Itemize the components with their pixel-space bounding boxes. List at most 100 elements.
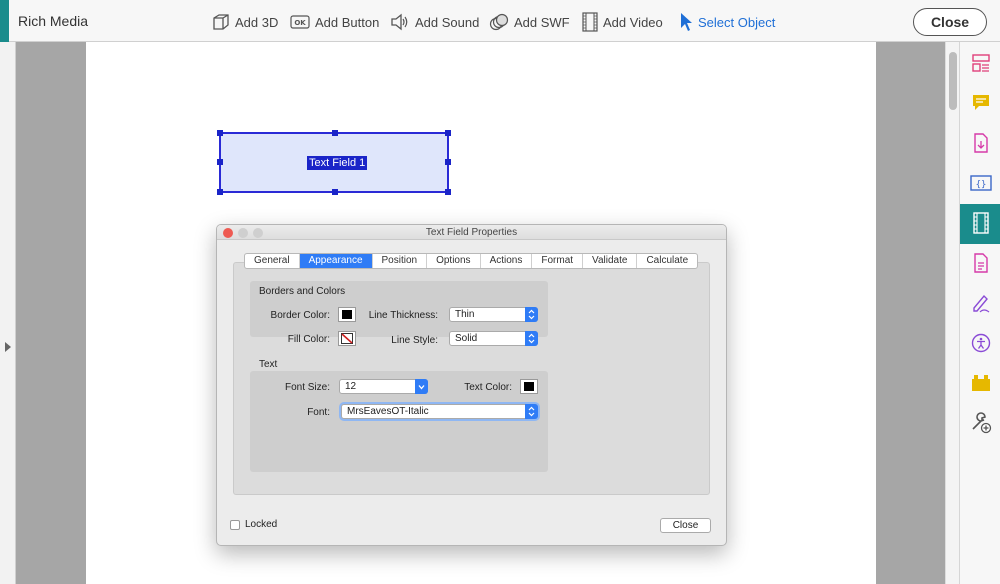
create-pdf-icon bbox=[971, 252, 991, 276]
text-color-label: Text Color: bbox=[464, 382, 512, 393]
ok-button-icon: OK bbox=[290, 15, 310, 29]
borders-colors-heading: Borders and Colors bbox=[259, 286, 346, 297]
line-style-select[interactable]: Solid bbox=[449, 331, 538, 346]
comment-icon bbox=[971, 93, 991, 116]
select-object-button[interactable]: Select Object bbox=[679, 11, 775, 33]
line-thickness-label: Line Thickness: bbox=[368, 310, 438, 321]
resize-handle[interactable] bbox=[217, 130, 223, 136]
create-pdf-button[interactable] bbox=[960, 244, 1000, 284]
export-pdf-icon bbox=[971, 132, 991, 156]
rich-media-icon bbox=[972, 211, 990, 237]
tab-validate[interactable]: Validate bbox=[583, 254, 638, 268]
tab-appearance[interactable]: Appearance bbox=[299, 254, 373, 268]
tab-calculate[interactable]: Calculate bbox=[637, 254, 697, 268]
tab-panel: Borders and Colors Border Color: Line Th… bbox=[233, 262, 710, 495]
cursor-icon bbox=[679, 12, 693, 32]
borders-colors-group: Borders and Colors Border Color: Line Th… bbox=[250, 281, 548, 337]
organize-pages-icon bbox=[971, 53, 991, 76]
close-button[interactable]: Close bbox=[913, 8, 987, 36]
svg-text:OK: OK bbox=[294, 19, 306, 27]
rich-media-tool-button[interactable] bbox=[960, 204, 1000, 244]
add-3d-label: Add 3D bbox=[235, 14, 279, 30]
vertical-scrollbar[interactable] bbox=[945, 42, 959, 584]
chevron-updown-icon bbox=[525, 404, 538, 419]
accent-bar bbox=[0, 0, 9, 42]
add-sound-label: Add Sound bbox=[415, 14, 480, 30]
action-wizard-button[interactable] bbox=[960, 364, 1000, 404]
tab-format[interactable]: Format bbox=[532, 254, 584, 268]
fill-color-label: Fill Color: bbox=[287, 334, 330, 345]
accessibility-icon bbox=[971, 333, 991, 356]
tab-options[interactable]: Options bbox=[427, 254, 481, 268]
fill-color-swatch[interactable] bbox=[338, 331, 356, 346]
window-close-icon[interactable] bbox=[223, 228, 233, 238]
text-color-swatch[interactable] bbox=[520, 379, 538, 394]
chevron-down-icon bbox=[415, 379, 428, 394]
no-fill-icon bbox=[341, 333, 353, 344]
text-group: Font Size: 12 Text Color: Font: MrsEaves… bbox=[250, 371, 548, 472]
resize-handle[interactable] bbox=[445, 189, 451, 195]
add-swf-button[interactable]: Add SWF bbox=[489, 11, 570, 33]
tab-position[interactable]: Position bbox=[373, 254, 428, 268]
film-icon bbox=[582, 12, 598, 32]
resize-handle[interactable] bbox=[217, 189, 223, 195]
tab-actions[interactable]: Actions bbox=[481, 254, 533, 268]
javascript-icon: {} bbox=[969, 174, 992, 195]
swf-icon bbox=[489, 13, 509, 31]
border-color-swatch[interactable] bbox=[338, 307, 356, 322]
checkbox-box[interactable] bbox=[230, 519, 240, 530]
top-toolbar: Rich Media Add 3D OK Add Button Add Soun… bbox=[0, 0, 1000, 42]
text-heading: Text bbox=[259, 359, 278, 370]
scrollbar-thumb[interactable] bbox=[949, 52, 957, 110]
right-tools-panel: {} bbox=[959, 42, 1000, 584]
font-size-select[interactable]: 12 bbox=[339, 379, 428, 394]
font-select[interactable]: MrsEavesOT-Italic bbox=[341, 404, 538, 419]
line-thickness-select[interactable]: Thin bbox=[449, 307, 538, 322]
more-tools-icon bbox=[970, 411, 992, 437]
add-swf-label: Add SWF bbox=[514, 14, 570, 30]
resize-handle[interactable] bbox=[217, 159, 223, 165]
dialog-title: Text Field Properties bbox=[217, 225, 726, 240]
accessibility-button[interactable] bbox=[960, 324, 1000, 364]
javascript-button[interactable]: {} bbox=[960, 164, 1000, 204]
tab-general[interactable]: General bbox=[245, 254, 300, 268]
tab-bar: General Appearance Position Options Acti… bbox=[244, 253, 699, 269]
locked-label: Locked bbox=[245, 519, 278, 530]
add-button-button[interactable]: OK Add Button bbox=[290, 11, 379, 33]
svg-text:{}: {} bbox=[975, 180, 986, 190]
add-video-button[interactable]: Add Video bbox=[582, 11, 663, 33]
resize-handle[interactable] bbox=[332, 189, 338, 195]
text-field-selection[interactable]: Text Field 1 bbox=[217, 130, 451, 195]
font-value: MrsEavesOT-Italic bbox=[347, 406, 429, 417]
fill-sign-button[interactable] bbox=[960, 284, 1000, 324]
text-field-label: Text Field 1 bbox=[307, 156, 368, 170]
export-pdf-button[interactable] bbox=[960, 124, 1000, 164]
select-object-label: Select Object bbox=[698, 14, 776, 30]
border-color-fill bbox=[342, 310, 352, 319]
cube-icon bbox=[212, 13, 230, 31]
border-color-label: Border Color: bbox=[270, 310, 330, 321]
locked-checkbox[interactable]: Locked bbox=[230, 519, 277, 530]
comment-button[interactable] bbox=[960, 84, 1000, 124]
resize-handle[interactable] bbox=[445, 130, 451, 136]
left-panel-toggle[interactable] bbox=[0, 42, 16, 584]
fill-sign-icon bbox=[971, 293, 991, 316]
line-thickness-value: Thin bbox=[455, 309, 475, 320]
text-field-properties-dialog: Text Field Properties Borders and Colors… bbox=[216, 224, 727, 546]
chevron-updown-icon bbox=[525, 307, 538, 322]
window-zoom-icon[interactable] bbox=[253, 228, 263, 238]
organize-pages-button[interactable] bbox=[960, 44, 1000, 84]
resize-handle[interactable] bbox=[445, 159, 451, 165]
dialog-close-button[interactable]: Close bbox=[660, 518, 711, 533]
more-tools-button[interactable] bbox=[960, 404, 1000, 444]
line-style-value: Solid bbox=[455, 333, 478, 344]
window-minimize-icon[interactable] bbox=[238, 228, 248, 238]
action-wizard-icon bbox=[970, 373, 992, 396]
add-3d-button[interactable]: Add 3D bbox=[212, 11, 278, 33]
add-button-label: Add Button bbox=[315, 14, 380, 30]
add-sound-button[interactable]: Add Sound bbox=[390, 11, 479, 33]
resize-handle[interactable] bbox=[332, 130, 338, 136]
app-title: Rich Media bbox=[18, 13, 89, 29]
font-size-label: Font Size: bbox=[284, 382, 330, 393]
add-video-label: Add Video bbox=[603, 14, 663, 30]
